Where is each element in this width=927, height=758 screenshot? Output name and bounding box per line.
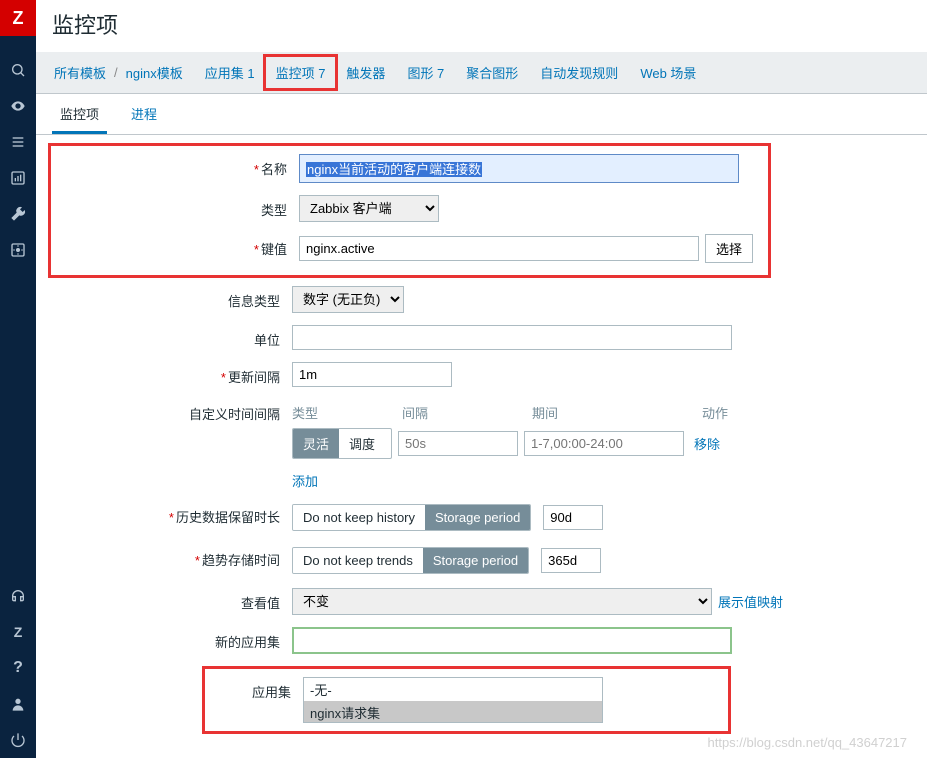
- name-label: *名称: [59, 154, 299, 178]
- user-icon[interactable]: [0, 686, 36, 722]
- key-input[interactable]: [299, 236, 699, 261]
- custom-interval-label: 自定义时间间隔: [52, 399, 292, 423]
- list-icon[interactable]: [0, 124, 36, 160]
- nav-discovery[interactable]: 自动发现规则: [540, 63, 618, 82]
- history-toggle: Do not keep history Storage period: [292, 504, 531, 531]
- ci-action-header: 动作: [702, 399, 728, 426]
- chart-icon[interactable]: [0, 160, 36, 196]
- show-value-label: 查看值: [52, 588, 292, 612]
- trends-storage[interactable]: Storage period: [423, 548, 528, 573]
- ci-remove-link[interactable]: 移除: [694, 434, 720, 453]
- ci-period-input[interactable]: [524, 431, 684, 456]
- ci-delay-input[interactable]: [398, 431, 518, 456]
- unit-input[interactable]: [292, 325, 732, 350]
- page-title: 监控项: [36, 0, 927, 52]
- breadcrumb-all-templates[interactable]: 所有模板: [54, 63, 106, 82]
- ci-scheduling-pill[interactable]: 调度: [339, 429, 385, 458]
- power-icon[interactable]: [0, 722, 36, 758]
- tabs: 监控项 进程: [36, 94, 927, 135]
- main-content: 监控项 所有模板 / nginx模板 应用集 1 监控项 7 触发器 图形 7 …: [36, 0, 927, 758]
- ci-type-toggle: 灵活 调度: [292, 428, 392, 459]
- trends-toggle: Do not keep trends Storage period: [292, 547, 529, 574]
- nav-screens[interactable]: 聚合图形: [466, 63, 518, 82]
- info-type-label: 信息类型: [52, 286, 292, 310]
- breadcrumb-sep: /: [114, 65, 118, 80]
- ci-period-header: 期间: [532, 399, 702, 426]
- show-value-map-link[interactable]: 展示值映射: [718, 592, 783, 611]
- history-storage[interactable]: Storage period: [425, 505, 530, 530]
- nav-graphs[interactable]: 图形 7: [407, 63, 444, 82]
- breadcrumb: 所有模板 / nginx模板 应用集 1 监控项 7 触发器 图形 7 聚合图形…: [36, 52, 927, 94]
- tab-item[interactable]: 监控项: [52, 94, 107, 134]
- ci-type-header: 类型: [292, 399, 402, 426]
- nav-triggers[interactable]: 触发器: [346, 63, 385, 82]
- unit-label: 单位: [52, 325, 292, 349]
- help-icon[interactable]: ?: [0, 650, 36, 686]
- name-input[interactable]: nginx当前活动的客户端连接数: [299, 154, 739, 183]
- app-label: 应用集: [213, 677, 303, 701]
- form: *名称 nginx当前活动的客户端连接数 类型 Zabbix 客户端 *键值 选: [36, 135, 927, 758]
- trends-label: *趋势存储时间: [52, 545, 292, 569]
- z-icon[interactable]: Z: [0, 614, 36, 650]
- history-value-input[interactable]: [543, 505, 603, 530]
- wrench-icon[interactable]: [0, 196, 36, 232]
- history-nokeep[interactable]: Do not keep history: [293, 505, 425, 530]
- ci-add-link[interactable]: 添加: [292, 474, 318, 489]
- select-button[interactable]: 选择: [705, 234, 753, 263]
- new-app-label: 新的应用集: [52, 627, 292, 651]
- gear-icon[interactable]: [0, 232, 36, 268]
- key-label: *键值: [59, 234, 299, 258]
- eye-icon[interactable]: [0, 88, 36, 124]
- watermark: https://blog.csdn.net/qq_43647217: [708, 735, 908, 750]
- ci-flexible-pill[interactable]: 灵活: [293, 429, 339, 458]
- app-option-nginx[interactable]: nginx请求集: [304, 701, 602, 723]
- history-label: *历史数据保留时长: [52, 502, 292, 526]
- type-label: 类型: [59, 195, 299, 219]
- nav-items-highlight: 监控项 7: [263, 54, 339, 91]
- app-set-highlight: 应用集 -无- nginx请求集: [202, 666, 731, 734]
- logo[interactable]: Z: [0, 0, 36, 36]
- type-select[interactable]: Zabbix 客户端: [299, 195, 439, 222]
- app-option-none[interactable]: -无-: [304, 678, 602, 701]
- sidebar: Z Z ?: [0, 0, 36, 758]
- name-key-highlight: *名称 nginx当前活动的客户端连接数 类型 Zabbix 客户端 *键值 选: [48, 143, 771, 278]
- ci-interval-header: 间隔: [402, 399, 532, 426]
- trends-nokeep[interactable]: Do not keep trends: [293, 548, 423, 573]
- info-type-select[interactable]: 数字 (无正负): [292, 286, 404, 313]
- breadcrumb-template[interactable]: nginx模板: [126, 63, 183, 82]
- show-value-select[interactable]: 不变: [292, 588, 712, 615]
- tab-process[interactable]: 进程: [123, 94, 165, 134]
- headset-icon[interactable]: [0, 578, 36, 614]
- new-app-input[interactable]: [292, 627, 732, 654]
- app-listbox[interactable]: -无- nginx请求集: [303, 677, 603, 723]
- trends-value-input[interactable]: [541, 548, 601, 573]
- nav-web[interactable]: Web 场景: [640, 63, 696, 82]
- nav-app-sets[interactable]: 应用集 1: [205, 63, 255, 82]
- update-interval-input[interactable]: [292, 362, 452, 387]
- nav-items[interactable]: 监控项 7: [276, 66, 326, 81]
- update-interval-label: *更新间隔: [52, 362, 292, 386]
- search-icon[interactable]: [0, 52, 36, 88]
